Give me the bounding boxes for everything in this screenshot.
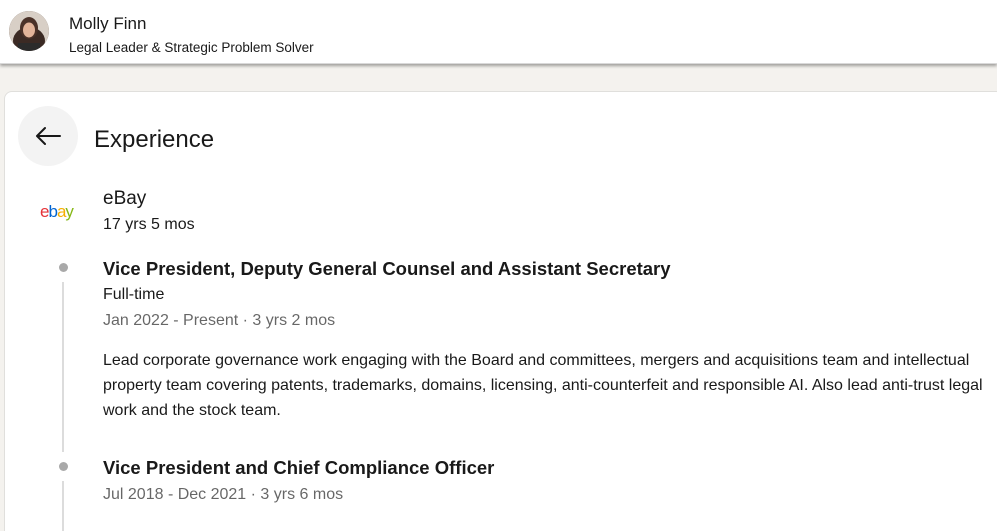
timeline-connector: [62, 481, 64, 531]
section-title: Experience: [94, 126, 215, 153]
company-name[interactable]: eBay: [103, 188, 146, 210]
profile-name[interactable]: Molly Finn: [69, 14, 146, 34]
role-title[interactable]: Vice President, Deputy General Counsel a…: [103, 258, 671, 280]
role-dates: Jul 2018 - Dec 2021 · 3 yrs 6 mos: [103, 486, 344, 503]
back-button[interactable]: [18, 106, 78, 166]
timeline-connector: [62, 282, 64, 452]
timeline-dot: [59, 462, 68, 471]
role-description: Lead corporate governance work engaging …: [103, 352, 983, 419]
role-dates: Jan 2022 - Present · 3 yrs 2 mos: [103, 312, 336, 329]
profile-headline: Legal Leader & Strategic Problem Solver: [69, 40, 314, 55]
role-employment-type: Full-time: [103, 286, 165, 303]
arrow-left-icon: [36, 127, 61, 145]
company-logo[interactable]: ebay: [38, 196, 88, 226]
svg-text:ebay: ebay: [40, 202, 74, 221]
profile-sticky-header: Molly Finn Legal Leader & Strategic Prob…: [0, 0, 997, 64]
role-title[interactable]: Vice President and Chief Compliance Offi…: [103, 457, 494, 479]
company-duration: 17 yrs 5 mos: [103, 216, 195, 233]
timeline-dot: [59, 263, 68, 272]
avatar[interactable]: [9, 11, 49, 51]
